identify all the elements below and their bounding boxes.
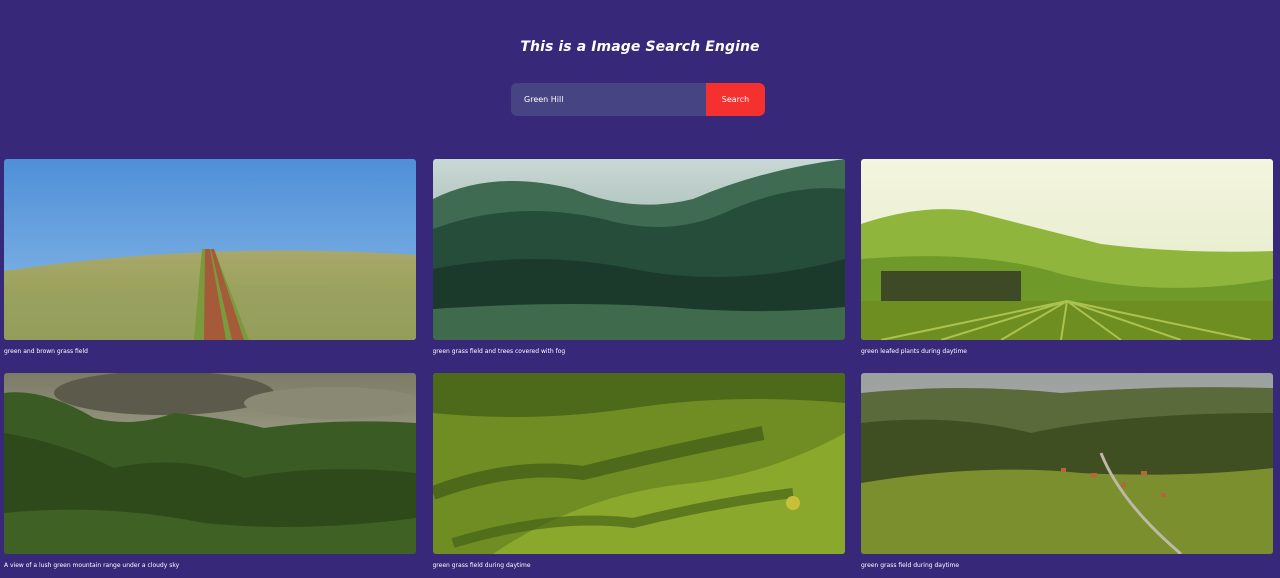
result-card[interactable]: green grass field and trees covered with… <box>432 159 845 373</box>
result-image[interactable] <box>432 373 845 554</box>
result-caption: green and brown grass field <box>4 348 88 355</box>
result-card[interactable]: A view of a lush green mountain range un… <box>4 373 416 578</box>
result-image[interactable] <box>4 159 416 340</box>
result-card[interactable]: green leafed plants during daytime <box>861 159 1273 373</box>
result-caption: green grass field and trees covered with… <box>432 348 566 355</box>
results-grid: green and brown grass field green grass … <box>4 159 1273 578</box>
result-image[interactable] <box>861 373 1273 554</box>
result-caption: green grass field during daytime <box>861 562 960 569</box>
result-card[interactable]: green grass field during daytime <box>432 373 845 578</box>
result-caption: green leafed plants during daytime <box>861 348 967 355</box>
result-caption: green grass field during daytime <box>432 562 531 569</box>
page: This is a Image Search Engine Search <box>0 0 1280 578</box>
search-form: Search <box>511 83 765 116</box>
result-card[interactable]: green and brown grass field <box>4 159 416 373</box>
page-title: This is a Image Search Engine <box>520 39 760 55</box>
search-button[interactable]: Search <box>706 83 765 116</box>
result-card[interactable]: green grass field during daytime <box>861 373 1273 578</box>
result-image[interactable] <box>432 159 845 340</box>
result-caption: A view of a lush green mountain range un… <box>4 562 180 569</box>
result-image[interactable] <box>861 159 1273 340</box>
search-input[interactable] <box>511 83 706 116</box>
result-image[interactable] <box>4 373 416 554</box>
